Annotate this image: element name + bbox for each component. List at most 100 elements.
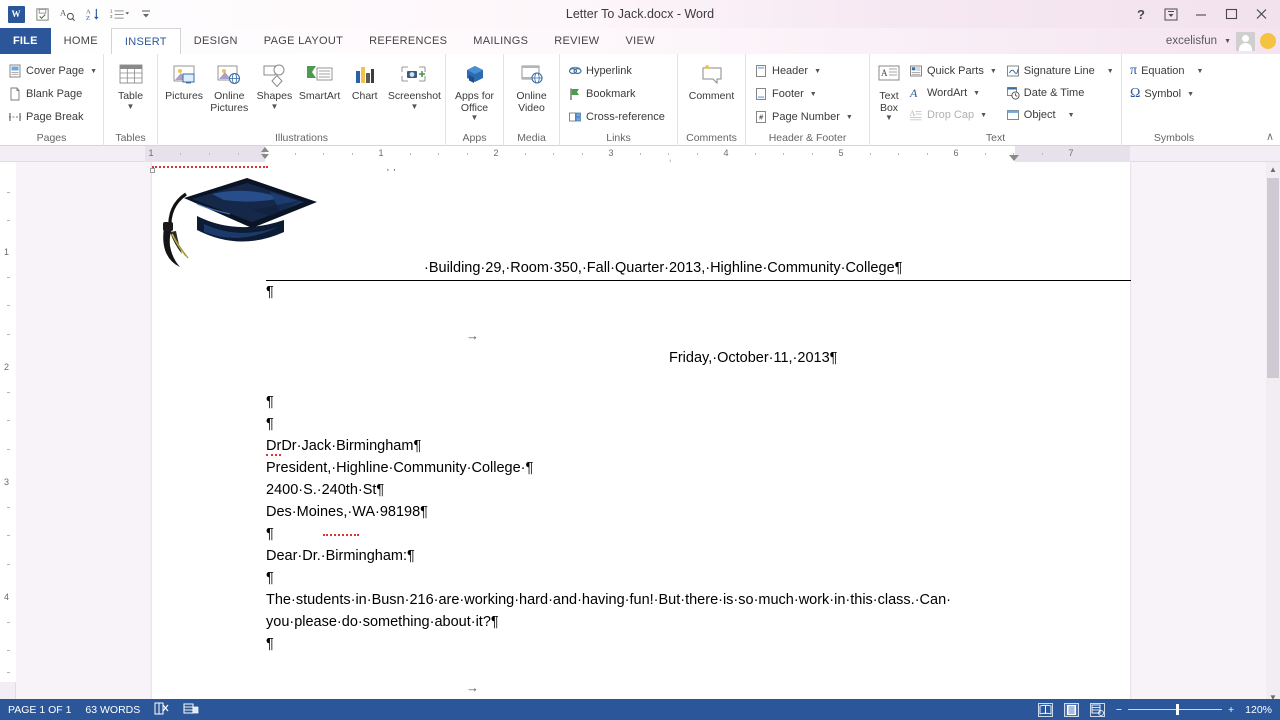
chevron-down-icon[interactable]: ▼ <box>90 68 97 75</box>
feedback-smiley-icon[interactable] <box>1260 33 1276 49</box>
ribbon-display-options-button[interactable] <box>1156 1 1186 27</box>
shapes-button[interactable]: Shapes ▼ <box>252 57 296 111</box>
chevron-down-icon[interactable]: ▼ <box>270 102 278 111</box>
text-box-button[interactable]: A Text Box ▼ <box>874 57 904 122</box>
quick-parts-label: Quick Parts <box>927 65 984 77</box>
apps-for-office-button[interactable]: Apps for Office ▼ <box>450 57 499 122</box>
tab-review[interactable]: REVIEW <box>541 28 612 54</box>
chevron-down-icon[interactable]: ▼ <box>846 114 853 121</box>
chevron-down-icon[interactable]: ▼ <box>410 102 418 111</box>
tab-insert[interactable]: INSERT <box>110 28 181 54</box>
symbol-button[interactable]: Ω Symbol ▼ <box>1126 83 1198 105</box>
online-video-button[interactable]: Online Video <box>508 57 555 114</box>
page-indicator[interactable]: PAGE 1 OF 1 <box>8 704 71 716</box>
scroll-up-arrow-icon[interactable]: ▲ <box>1266 162 1280 177</box>
object-button[interactable]: Object ▼ <box>1002 104 1118 126</box>
vertical-ruler[interactable]: 1 2 3 4 <box>0 162 16 705</box>
cross-reference-button[interactable]: Cross-reference <box>564 106 669 128</box>
footer-button[interactable]: Footer ▼ <box>750 83 821 105</box>
numbering-icon[interactable]: 12 <box>108 3 132 25</box>
collapse-ribbon-button[interactable]: ∧ <box>1266 130 1274 143</box>
zoom-out-button[interactable]: − <box>1116 704 1122 716</box>
header-button[interactable]: Header ▼ <box>750 60 825 82</box>
language-icon[interactable] <box>183 702 199 718</box>
graduation-cap-image[interactable] <box>150 168 322 267</box>
chevron-down-icon[interactable]: ▼ <box>810 91 817 98</box>
wordart-button[interactable]: A WordArt ▼ <box>905 82 1001 104</box>
ribbon-tab-bar: FILE HOME INSERT DESIGN PAGE LAYOUT REFE… <box>0 28 1280 54</box>
document-canvas[interactable]: ·· ·Building·29,·Room·350,·Fall·Quarter·… <box>16 162 1280 705</box>
page-number-button[interactable]: # Page Number ▼ <box>750 106 857 128</box>
tab-view[interactable]: VIEW <box>612 28 667 54</box>
zoom-in-button[interactable]: + <box>1228 704 1234 716</box>
chevron-down-icon[interactable]: ▼ <box>1224 38 1231 45</box>
scrollbar-thumb[interactable] <box>1267 178 1279 378</box>
pi-icon: π <box>1130 63 1138 78</box>
online-pictures-button[interactable]: Online Pictures <box>207 57 251 114</box>
tab-design[interactable]: DESIGN <box>181 28 251 54</box>
ruler-number: 2 <box>4 362 10 372</box>
help-button[interactable]: ? <box>1126 1 1156 27</box>
chevron-down-icon[interactable]: ▼ <box>973 90 980 97</box>
smartart-button[interactable]: SmartArt <box>298 57 342 103</box>
minimize-button[interactable] <box>1186 1 1216 27</box>
date-time-button[interactable]: Date & Time <box>1002 82 1118 104</box>
chevron-down-icon[interactable]: ▼ <box>1187 91 1194 98</box>
doc-line: President,·Highline·Community·College·¶ <box>266 460 534 476</box>
hanging-indent-marker[interactable] <box>261 154 269 159</box>
word-count[interactable]: 63 WORDS <box>85 704 140 716</box>
signature-line-button[interactable]: Signature Line ▼ <box>1002 60 1118 82</box>
restore-button[interactable] <box>1216 1 1246 27</box>
tab-references[interactable]: REFERENCES <box>356 28 460 54</box>
document-text-body[interactable]: ·Building·29,·Room·350,·Fall·Quarter·201… <box>266 257 1026 279</box>
chevron-down-icon[interactable]: ▼ <box>885 114 893 122</box>
close-button[interactable] <box>1246 1 1276 27</box>
page-break-button[interactable]: Page Break <box>4 106 87 128</box>
vertical-scrollbar[interactable]: ▲ ▼ <box>1266 162 1280 705</box>
tab-mailings[interactable]: MAILINGS <box>460 28 541 54</box>
sort-icon[interactable]: AZ <box>82 3 106 25</box>
chevron-down-icon[interactable]: ▼ <box>1068 112 1075 119</box>
chevron-down-icon[interactable]: ▼ <box>127 102 135 111</box>
chevron-down-icon[interactable]: ▼ <box>814 68 821 75</box>
print-layout-button[interactable] <box>1063 702 1079 717</box>
equation-button[interactable]: π Equation ▼ <box>1126 60 1207 82</box>
zoom-track[interactable] <box>1128 704 1222 715</box>
table-button[interactable]: Table ▼ <box>108 57 153 111</box>
tab-file[interactable]: FILE <box>0 28 51 54</box>
document-page[interactable]: ·· ·Building·29,·Room·350,·Fall·Quarter·… <box>150 162 1131 705</box>
account-name[interactable]: excelisfun <box>1166 35 1217 47</box>
spelling-grammar-icon[interactable]: A <box>56 3 80 25</box>
tab-page-layout[interactable]: PAGE LAYOUT <box>251 28 356 54</box>
screenshot-button[interactable]: Screenshot ▼ <box>388 57 441 111</box>
document-text-continued[interactable]: ¶ → Friday,·October·11,·2013¶ ¶ ¶ DrDr·J… <box>266 281 1026 705</box>
quick-parts-button[interactable]: Quick Parts ▼ <box>905 60 1001 82</box>
selection-handle[interactable] <box>150 168 155 173</box>
read-mode-button[interactable] <box>1037 702 1053 717</box>
group-label-pages: Pages <box>36 132 67 144</box>
save-icon[interactable] <box>30 3 54 25</box>
chevron-down-icon[interactable]: ▼ <box>1107 68 1114 75</box>
chevron-down-icon[interactable]: ▼ <box>1197 68 1204 75</box>
spelling-errors-icon[interactable] <box>154 702 169 718</box>
pictures-button[interactable]: Pictures <box>162 57 206 103</box>
chevron-down-icon[interactable]: ▼ <box>990 68 997 75</box>
customize-qat-icon[interactable] <box>134 3 158 25</box>
horizontal-ruler[interactable]: 1 1 2 3 4 5 6 7 ∟ <box>0 146 1280 167</box>
chart-button[interactable]: Chart <box>343 57 387 103</box>
first-line-indent-marker[interactable] <box>261 147 269 152</box>
right-indent-marker[interactable] <box>1009 155 1019 161</box>
bookmark-button[interactable]: Bookmark <box>564 83 640 105</box>
tab-home[interactable]: HOME <box>51 28 111 54</box>
avatar[interactable] <box>1236 31 1255 51</box>
hyperlink-button[interactable]: Hyperlink <box>564 60 636 82</box>
zoom-slider[interactable]: − + <box>1116 704 1234 716</box>
zoom-level[interactable]: 120% <box>1245 704 1272 716</box>
blank-page-button[interactable]: Blank Page <box>4 83 86 105</box>
comment-button[interactable]: Comment <box>682 57 741 103</box>
web-layout-button[interactable] <box>1089 702 1105 717</box>
zoom-knob[interactable] <box>1176 704 1179 715</box>
cover-page-button[interactable]: Cover Page ▼ <box>4 60 101 82</box>
chevron-down-icon[interactable]: ▼ <box>471 114 479 122</box>
image-spell-underline <box>152 166 268 168</box>
